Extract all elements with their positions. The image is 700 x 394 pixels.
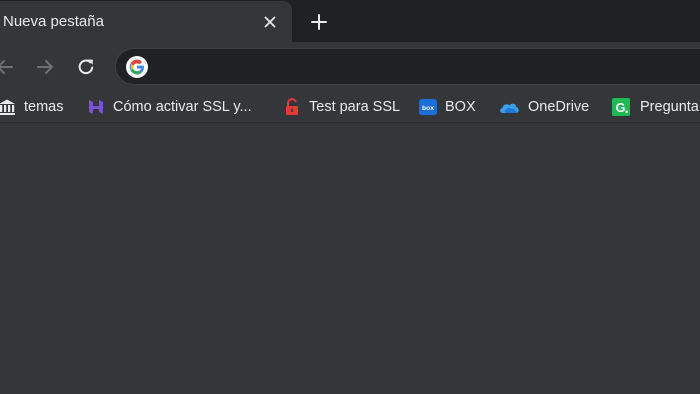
forward-button[interactable] — [32, 54, 58, 80]
toolbar — [0, 42, 700, 92]
svg-text:G: G — [616, 101, 626, 115]
bookmark-label: BOX — [445, 99, 476, 115]
plus-icon — [311, 14, 327, 30]
address-input[interactable] — [158, 53, 700, 83]
back-button[interactable] — [0, 54, 18, 80]
hostinger-icon — [87, 98, 105, 116]
arrow-right-icon — [37, 60, 53, 74]
bookmark-label: temas — [24, 99, 64, 115]
bookmark-box[interactable]: box BOX — [419, 96, 476, 118]
new-tab-button[interactable] — [306, 9, 332, 35]
close-icon[interactable] — [260, 12, 280, 32]
browser-window: Nueva pestaña temas Cómo activar SSL y..… — [0, 0, 700, 394]
bookmarks-bar: temas Cómo activar SSL y... Test para SS… — [0, 92, 700, 123]
tab-title: Nueva pestaña — [3, 13, 104, 30]
google-g-icon — [126, 56, 148, 78]
bookmark-label: OneDrive — [528, 99, 590, 115]
bank-icon — [0, 98, 16, 116]
unlock-icon — [283, 98, 301, 116]
address-bar[interactable] — [115, 48, 700, 85]
bookmark-pregunta[interactable]: G Pregunta — [612, 96, 699, 118]
tab-strip: Nueva pestaña — [0, 0, 700, 42]
page-content — [0, 123, 700, 394]
bookmark-label: Pregunta — [640, 99, 699, 115]
tab-new-tab[interactable]: Nueva pestaña — [0, 1, 292, 42]
bookmark-temas[interactable]: temas — [0, 96, 64, 118]
reload-icon — [78, 59, 94, 75]
bookmark-label: Cómo activar SSL y... — [113, 99, 252, 115]
onedrive-icon — [498, 98, 520, 116]
bookmark-label: Test para SSL — [309, 99, 401, 115]
g-green-icon: G — [612, 98, 630, 116]
bookmark-onedrive[interactable]: OneDrive — [498, 96, 589, 118]
bookmark-test-ssl[interactable]: Test para SSL — [283, 96, 400, 118]
box-icon: box — [419, 98, 437, 116]
reload-button[interactable] — [73, 54, 99, 80]
bookmark-activar-ssl[interactable]: Cómo activar SSL y... — [87, 96, 252, 118]
svg-text:box: box — [422, 105, 434, 112]
arrow-left-icon — [0, 60, 13, 74]
